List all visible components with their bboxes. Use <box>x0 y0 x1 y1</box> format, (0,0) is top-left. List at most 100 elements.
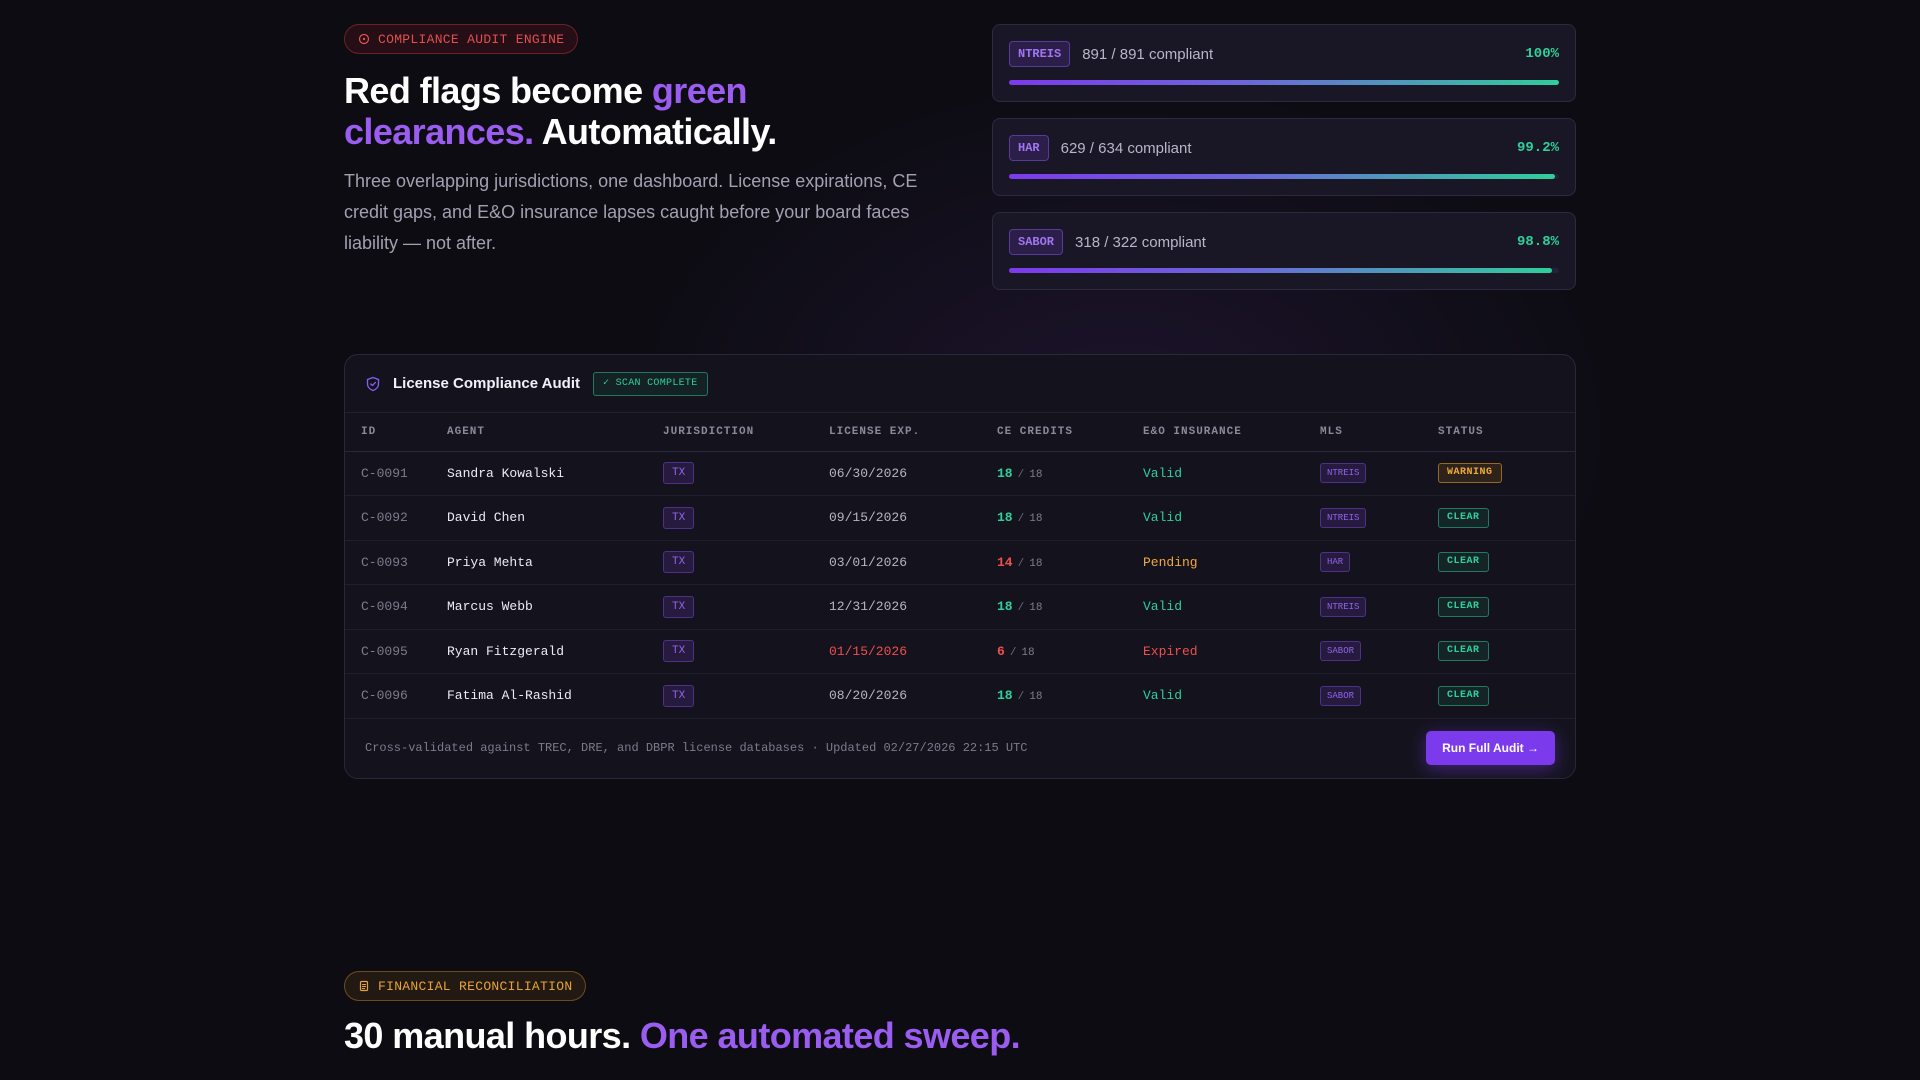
jurisdiction-card-ntreis: NTREIS 891 / 891 compliant 100% <box>992 24 1576 102</box>
status-cell: CLEAR <box>1438 495 1575 541</box>
jurisdiction-cell: TX <box>663 540 829 585</box>
table-row[interactable]: C-0095 Ryan Fitzgerald TX 01/15/2026 6 / 18 Exp… <box>345 629 1575 674</box>
column-header-mls[interactable]: MLS <box>1320 413 1438 452</box>
column-header-ce-credits[interactable]: CE CREDITS <box>997 413 1143 452</box>
license-expiration: 08/20/2026 <box>829 673 997 719</box>
jurisdiction-tag: SABOR <box>1009 229 1064 255</box>
compliance-progress-track <box>1009 80 1559 85</box>
agent-name: Priya Mehta <box>447 540 663 585</box>
ce-credits: 6 / 18 <box>997 629 1143 674</box>
ce-credits-required: 18 <box>1029 468 1043 481</box>
financial-reconciliation-badge-label: FINANCIAL RECONCILIATION <box>378 978 573 994</box>
table-row[interactable]: C-0096 Fatima Al-Rashid TX 08/20/2026 18/18 V… <box>345 673 1575 719</box>
jurisdiction-cell: TX <box>663 673 829 719</box>
ce-credits-separator: / <box>1017 513 1025 526</box>
status-badge: CLEAR <box>1438 596 1489 617</box>
agent-name: David Chen <box>447 495 663 541</box>
audit-panel-footer: Cross-validated against TREC, DRE, and D… <box>345 718 1575 778</box>
ce-credits-separator: / <box>1009 646 1017 659</box>
ce-credits-required: 18 <box>1029 513 1043 526</box>
financial-reconciliation-badge: FINANCIAL RECONCILIATION <box>344 971 587 1001</box>
ce-credits-earned: 18 <box>997 465 1013 481</box>
ce-credits-required: 18 <box>1021 646 1035 659</box>
status-cell: CLEAR <box>1438 584 1575 630</box>
jurisdiction-cell: TX <box>663 584 829 630</box>
status-cell: CLEAR <box>1438 629 1575 674</box>
eo-insurance-status: Valid <box>1143 584 1320 630</box>
table-row[interactable]: C-0091 Sandra Kowalski TX 06/30/2026 18/18 Va… <box>345 451 1575 496</box>
status-badge: CLEAR <box>1438 685 1489 706</box>
table-row[interactable]: C-0093 Priya Mehta TX 03/01/2026 14 / 18 Pendin… <box>345 540 1575 585</box>
column-header-jurisdiction[interactable]: JURISDICTION <box>663 413 829 452</box>
ce-credits-required: 18 <box>1029 691 1043 704</box>
compliance-progress-fill <box>1009 80 1559 85</box>
shield-icon <box>366 376 380 391</box>
ce-credits: 18 / 18 <box>997 584 1143 630</box>
mls-badge: SABOR <box>1320 641 1362 662</box>
section2-title-part-1: 30 manual hours. <box>344 1015 640 1056</box>
ce-credits-required: 18 <box>1029 602 1043 615</box>
mls-badge: HAR <box>1320 552 1351 573</box>
eo-insurance-status: Valid <box>1143 673 1320 719</box>
status-cell: WARNING <box>1438 451 1575 496</box>
ce-credits: 14 / 18 <box>997 540 1143 585</box>
ce-credits-earned: 18 <box>997 599 1013 615</box>
mls-cell: NTREIS <box>1320 451 1438 496</box>
ce-credits-earned: 18 <box>997 510 1013 526</box>
status-badge: CLEAR <box>1438 507 1489 528</box>
agent-name: Fatima Al-Rashid <box>447 673 663 719</box>
column-header-agent[interactable]: AGENT <box>447 413 663 452</box>
ce-credits: 18 / 18 <box>997 451 1143 496</box>
document-icon <box>359 980 369 992</box>
mls-badge: SABOR <box>1320 685 1362 706</box>
jurisdiction-count: 629 / 634 compliant <box>1060 139 1192 157</box>
license-expiration: 09/15/2026 <box>829 495 997 541</box>
jurisdiction-badge: TX <box>663 640 695 663</box>
hero-title-part-2: Automatically. <box>533 111 778 152</box>
alert-circle-icon <box>358 33 370 45</box>
ce-credits-earned: 18 <box>997 688 1013 704</box>
run-full-audit-button[interactable]: Run Full Audit → <box>1426 731 1555 765</box>
audit-panel-header: License Compliance Audit ✓ SCAN COMPLETE <box>345 355 1575 413</box>
mls-cell: SABOR <box>1320 673 1438 719</box>
jurisdiction-cards: NTREIS 891 / 891 compliant 100% HAR 629 … <box>992 24 1576 306</box>
jurisdiction-badge: TX <box>663 595 695 618</box>
mls-badge: NTREIS <box>1320 507 1367 528</box>
jurisdiction-card-sabor: SABOR 318 / 322 compliant 98.8% <box>992 212 1576 290</box>
status-badge: CLEAR <box>1438 552 1489 573</box>
jurisdiction-count: 318 / 322 compliant <box>1075 233 1206 251</box>
mls-badge: NTREIS <box>1320 463 1367 484</box>
section2-title: 30 manual hours. One automated sweep. <box>344 1012 1021 1060</box>
jurisdiction-badge: TX <box>663 684 695 707</box>
ce-credits: 18 / 18 <box>997 495 1143 541</box>
jurisdiction-percent: 99.2% <box>1516 140 1559 156</box>
agent-name: Sandra Kowalski <box>447 451 663 496</box>
column-header-eo-insurance[interactable]: E&O INSURANCE <box>1143 413 1320 452</box>
jurisdiction-percent: 100% <box>1525 46 1559 62</box>
table-row[interactable]: C-0092 David Chen TX 09/15/2026 18/18 Valid NT… <box>345 495 1575 541</box>
license-expiration: 03/01/2026 <box>829 540 997 585</box>
compliance-engine-badge: COMPLIANCE AUDIT ENGINE <box>344 24 579 54</box>
column-header-id[interactable]: ID <box>345 413 447 452</box>
audit-panel-title: License Compliance Audit <box>393 375 580 392</box>
column-header-status[interactable]: STATUS <box>1438 413 1575 452</box>
mls-cell: NTREIS <box>1320 584 1438 630</box>
status-cell: CLEAR <box>1438 673 1575 719</box>
jurisdiction-badge: TX <box>663 551 695 574</box>
jurisdiction-badge: TX <box>663 506 695 529</box>
eo-insurance-status: Valid <box>1143 495 1320 541</box>
license-expiration: 12/31/2026 <box>829 584 997 630</box>
ce-credits-separator: / <box>1017 468 1025 481</box>
jurisdiction-cell: TX <box>663 629 829 674</box>
compliance-progress-fill <box>1009 268 1553 273</box>
license-expiration: 01/15/2026 <box>829 629 997 674</box>
audit-footer-note: Cross-validated against TREC, DRE, and D… <box>365 741 1028 755</box>
ce-credits-required: 18 <box>1029 557 1043 570</box>
audit-table: ID AGENT JURISDICTION LICENSE EXP. CE CR… <box>345 413 1575 719</box>
ce-credits-earned: 14 <box>997 554 1013 570</box>
jurisdiction-tag: HAR <box>1009 135 1049 161</box>
table-row[interactable]: C-0094 Marcus Webb TX 12/31/2026 18/18 Valid N… <box>345 584 1575 630</box>
column-header-license-exp[interactable]: LICENSE EXP. <box>829 413 997 452</box>
compliance-engine-badge-label: COMPLIANCE AUDIT ENGINE <box>378 31 565 47</box>
audit-table-header: ID AGENT JURISDICTION LICENSE EXP. CE CR… <box>345 413 1575 452</box>
